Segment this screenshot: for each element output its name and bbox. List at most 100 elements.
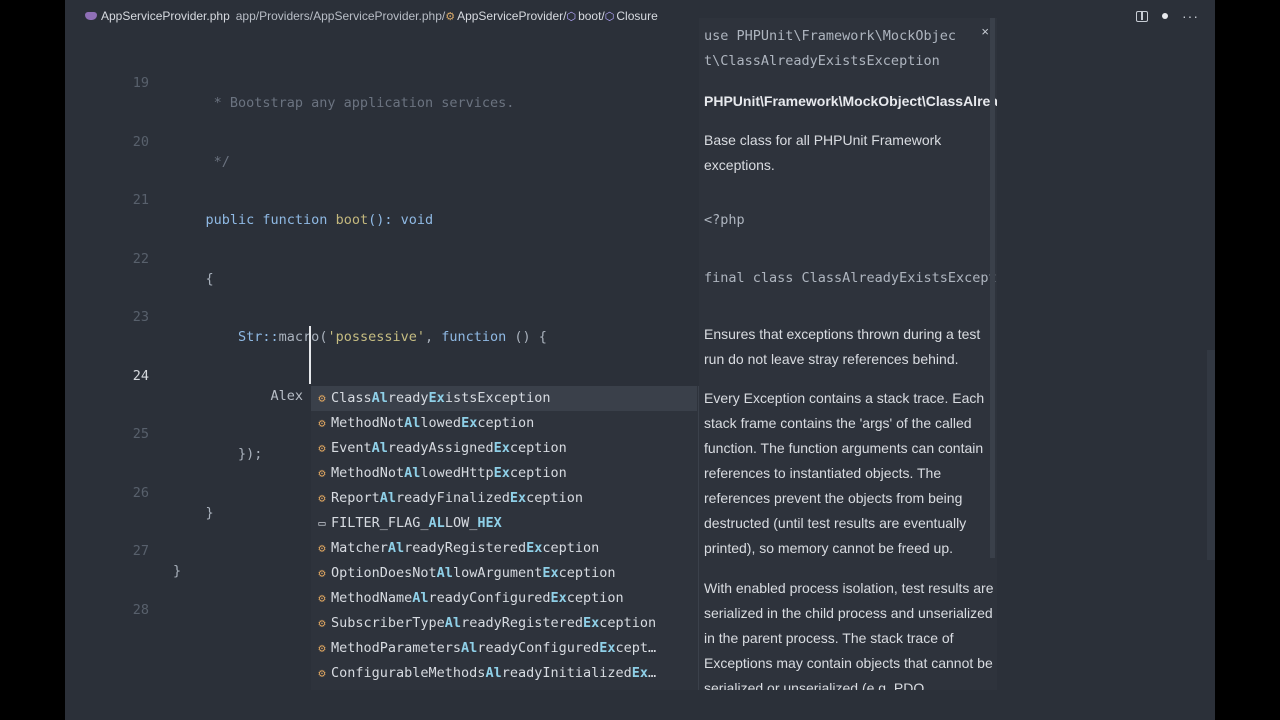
- suggestion-item[interactable]: ⚙ ReportAlreadyFinalizedException: [311, 486, 697, 511]
- line-number: 25: [132, 426, 149, 442]
- method-name: macro: [278, 329, 320, 345]
- unsaved-dot-icon[interactable]: [1162, 13, 1168, 19]
- suggestion-item[interactable]: ⚙ ConfigurableMethodsAlreadyInitializedEx…: [311, 661, 697, 686]
- code-line[interactable]: 21 public function boot(): void: [65, 170, 705, 228]
- code-line-active[interactable]: 24 Alex: [65, 346, 705, 404]
- line-number: 20: [132, 134, 149, 150]
- line-number: 21: [132, 192, 149, 208]
- breadcrumb-method[interactable]: ⬡ boot/: [566, 9, 604, 23]
- code-line[interactable]: 23 Str::macro('possessive', function () …: [65, 287, 705, 345]
- suggestion-item[interactable]: ▭ FILTER_FLAG_ALLOW_HEX: [311, 511, 697, 536]
- line-number: 28: [132, 602, 149, 618]
- keyword: public function: [173, 212, 336, 228]
- code-text: Str::macro('possessive', function () {: [173, 327, 547, 347]
- suggestion-item[interactable]: ⚙ OptionDoesNotAllowArgumentException: [311, 561, 697, 586]
- suggestion-label: ReportAlreadyFinalizedException: [331, 490, 584, 506]
- suggestion-label: MethodNotAllowedException: [331, 415, 535, 431]
- suggestion-item[interactable]: ⚙ MethodNotAllowedException: [311, 411, 697, 436]
- suggestion-label: MethodParametersAlreadyConfiguredExcept…: [331, 640, 657, 656]
- suggestion-label: EventAlreadyAssignedException: [331, 440, 567, 456]
- breadcrumb-closure[interactable]: ⬡ Closure: [605, 9, 658, 23]
- code-text: {: [173, 271, 214, 287]
- class-icon: ⚙: [318, 591, 326, 605]
- doc-class-decl: final class ClassAlreadyExistsException: [704, 270, 997, 286]
- breadcrumb-file-label: AppServiceProvider.php: [101, 9, 230, 23]
- autocomplete-list[interactable]: ⚙ ClassAlreadyExistsException ⚙ MethodNotAl…: [311, 386, 699, 690]
- class-icon: ⚙: [318, 391, 326, 405]
- class-icon: ⚙: [318, 491, 326, 505]
- class-icon: ⚙: [318, 441, 326, 455]
- class-icon: ⚙: [318, 616, 326, 630]
- code-line[interactable]: 20 */: [65, 112, 705, 170]
- suggestion-item[interactable]: ⚙ SubscriberTypeAlreadyRegisteredExceptio…: [311, 611, 697, 636]
- breadcrumb-closure-label: Closure: [616, 9, 658, 23]
- suggestion-label: SubscriberTypeAlreadyRegisteredException: [331, 615, 657, 631]
- suggestion-item[interactable]: ⚙ MethodNameAlreadyConfiguredException: [311, 586, 697, 611]
- class-icon: ⚙: [318, 666, 326, 680]
- breadcrumb-method-label: boot/: [578, 9, 605, 23]
- return-type: (): void: [368, 212, 434, 228]
- editor-scrollbar[interactable]: [1207, 350, 1215, 560]
- class-symbol-icon: ⚙: [445, 10, 456, 23]
- line-number: 22: [132, 251, 149, 267]
- code-line[interactable]: 22 {: [65, 229, 705, 287]
- line-number: 27: [132, 543, 149, 559]
- doc-scrollbar[interactable]: [990, 18, 995, 558]
- class-icon: ⚙: [318, 416, 326, 430]
- doc-paragraph-2: Every Exception contains a stack trace. …: [704, 390, 985, 556]
- breadcrumb-class[interactable]: ⚙ AppServiceProvider/: [445, 9, 566, 23]
- editor-actions: ···: [1136, 0, 1215, 32]
- suggestion-item[interactable]: ⚙ EventAlreadyAssignedException: [311, 436, 697, 461]
- editor-window: AppServiceProvider.php app/Providers/App…: [65, 0, 1215, 720]
- more-actions-icon[interactable]: ···: [1182, 9, 1199, 23]
- line-number: 19: [132, 75, 149, 91]
- suggestion-label: ClassAlreadyExistsException: [331, 390, 551, 406]
- code-text: */: [173, 154, 230, 170]
- breadcrumb-file[interactable]: AppServiceProvider.php: [85, 9, 230, 23]
- line-number: 24: [132, 368, 149, 384]
- suggestion-item[interactable]: ⚙ MethodParametersAlreadyConfiguredExcept…: [311, 636, 697, 661]
- code-text: }: [173, 505, 214, 521]
- class-icon: ⚙: [318, 641, 326, 655]
- code-text: Alex: [173, 388, 304, 404]
- suggestion-label: OptionDoesNotAllowArgumentException: [331, 565, 616, 581]
- text-cursor: [309, 326, 311, 384]
- suggestion-item[interactable]: ⚙ ClassAlreadyExistsException: [311, 386, 697, 411]
- breadcrumb-path[interactable]: app/Providers/AppServiceProvider.php/: [236, 9, 445, 23]
- constant-icon: ▭: [318, 516, 326, 530]
- doc-use-line-1: use PHPUnit\Framework\MockObjec: [704, 28, 956, 44]
- string-literal: 'possessive': [327, 329, 425, 345]
- breadcrumb-class-label: AppServiceProvider/: [457, 9, 567, 23]
- documentation-panel: × use PHPUnit\Framework\MockObjec t\Clas…: [699, 18, 997, 690]
- suggestion-label: ConfigurableMethodsAlreadyInitializedEx…: [331, 665, 657, 681]
- php-file-icon: [85, 10, 97, 22]
- class-icon: ⚙: [318, 466, 326, 480]
- suggestion-item[interactable]: ⚙ MethodNotAllowedHttpException: [311, 461, 697, 486]
- class-icon: ⚙: [318, 541, 326, 555]
- code-text: public function boot(): void: [173, 210, 434, 230]
- suggestion-label: MatcherAlreadyRegisteredException: [331, 540, 600, 556]
- line-number: 23: [132, 309, 149, 325]
- code-text: * Bootstrap any application services.: [173, 95, 515, 111]
- class-icon: ⚙: [318, 566, 326, 580]
- code-line[interactable]: 19 * Bootstrap any application services.: [65, 53, 705, 111]
- class-ref: Str::: [173, 329, 279, 345]
- code-text: }: [173, 563, 182, 579]
- suggestion-label: MethodNameAlreadyConfiguredException: [331, 590, 624, 606]
- suggestion-item[interactable]: ⚙ MatcherAlreadyRegisteredException: [311, 536, 697, 561]
- method-symbol-icon: ⬡: [566, 10, 577, 23]
- doc-paragraph-1: Ensures that exceptions thrown during a …: [704, 326, 981, 367]
- doc-fqcn: PHPUnit\Framework\MockObject\ClassAlread…: [704, 93, 997, 109]
- punctuation: () {: [506, 329, 547, 345]
- breadcrumb-bar: AppServiceProvider.php app/Providers/App…: [65, 0, 1215, 32]
- suggestion-label: MethodNotAllowedHttpException: [331, 465, 567, 481]
- suggestion-label: FILTER_FLAG_ALLOW_HEX: [331, 515, 502, 531]
- doc-paragraph-3: With enabled process isolation, test res…: [704, 580, 994, 690]
- keyword: function: [441, 329, 507, 345]
- closure-symbol-icon: ⬡: [604, 10, 615, 23]
- split-editor-icon[interactable]: [1136, 10, 1148, 22]
- punctuation: ,: [425, 329, 442, 345]
- doc-php-open: <?php: [704, 212, 745, 228]
- doc-use-line-2: t\ClassAlreadyExistsException: [704, 53, 940, 69]
- code-text: });: [173, 446, 263, 462]
